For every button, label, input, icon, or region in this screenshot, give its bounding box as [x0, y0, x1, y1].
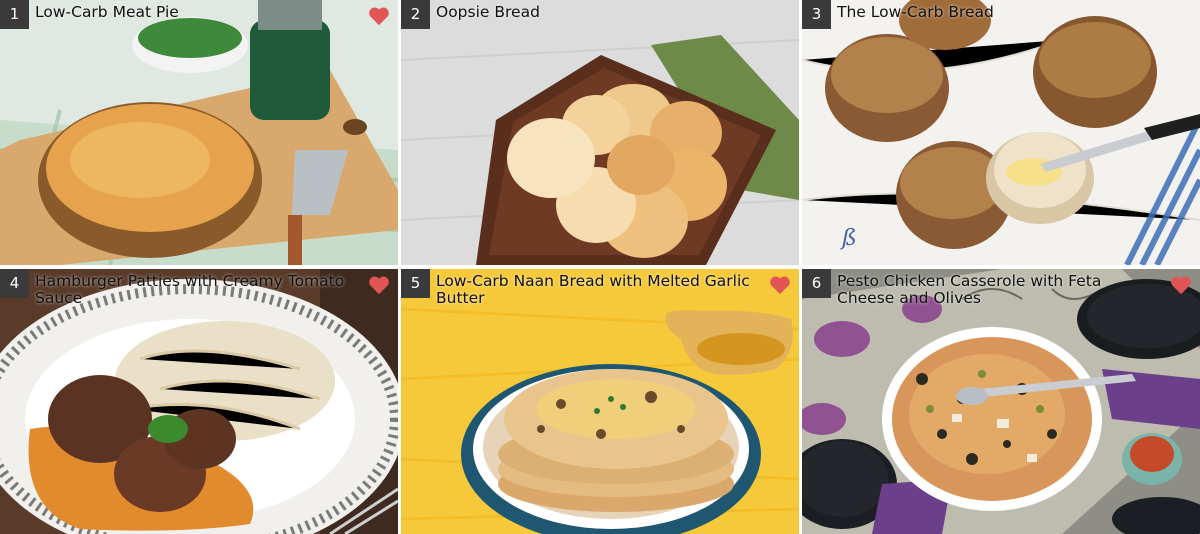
recipe-title-3[interactable]: The Low-Carb Bread	[837, 4, 1157, 21]
recipe-grid: 1 Low-Carb Meat Pie 2 Oopsie Bread ß 3 T…	[0, 0, 1200, 534]
recipe-image-3: ß	[802, 0, 1200, 265]
recipe-card-4[interactable]: 4 Hamburger Patties with Creamy Tomato S…	[0, 269, 398, 534]
recipe-card-1[interactable]: 1 Low-Carb Meat Pie	[0, 0, 398, 265]
recipe-image-1	[0, 0, 398, 265]
heart-icon[interactable]	[1170, 275, 1192, 295]
recipe-number-5: 5	[401, 269, 430, 298]
recipe-title-4[interactable]: Hamburger Patties with Creamy Tomato Sau…	[35, 273, 355, 307]
recipe-card-6[interactable]: 6 Pesto Chicken Casserole with Feta Chee…	[802, 269, 1200, 534]
recipe-number-6: 6	[802, 269, 831, 298]
recipe-number-2: 2	[401, 0, 430, 29]
recipe-image-5	[401, 269, 799, 534]
heart-icon[interactable]	[368, 275, 390, 295]
recipe-number-3: 3	[802, 0, 831, 29]
recipe-image-6	[802, 269, 1200, 534]
heart-icon[interactable]	[769, 275, 791, 295]
recipe-title-2[interactable]: Oopsie Bread	[436, 4, 756, 21]
recipe-title-5[interactable]: Low-Carb Naan Bread with Melted Garlic B…	[436, 273, 756, 307]
svg-text:ß: ß	[840, 226, 857, 251]
recipe-title-1[interactable]: Low-Carb Meat Pie	[35, 4, 355, 21]
recipe-card-3[interactable]: ß 3 The Low-Carb Bread	[802, 0, 1200, 265]
recipe-card-2[interactable]: 2 Oopsie Bread	[401, 0, 799, 265]
recipe-title-6[interactable]: Pesto Chicken Casserole with Feta Cheese…	[837, 273, 1157, 307]
recipe-card-5[interactable]: 5 Low-Carb Naan Bread with Melted Garlic…	[401, 269, 799, 534]
recipe-number-4: 4	[0, 269, 29, 298]
recipe-image-4	[0, 269, 398, 534]
recipe-image-2	[401, 0, 799, 265]
heart-icon[interactable]	[368, 6, 390, 26]
recipe-number-1: 1	[0, 0, 29, 29]
